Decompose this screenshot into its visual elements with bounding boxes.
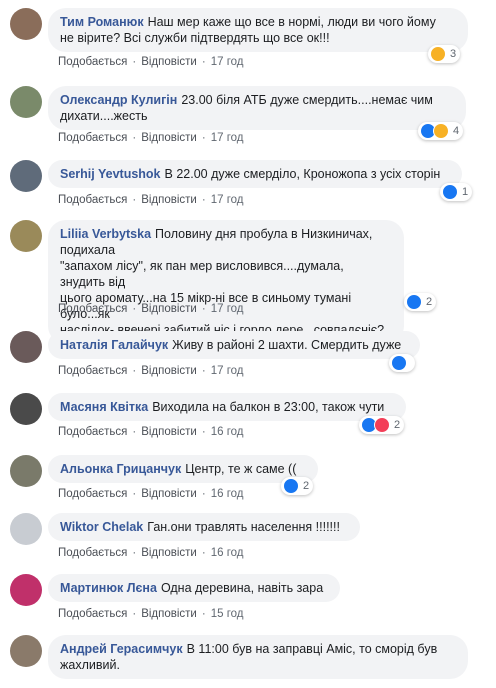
like-button[interactable]: Подобається [58,547,127,559]
avatar[interactable] [10,331,42,363]
reply-button[interactable]: Відповісти [141,547,197,559]
reaction-count: 2 [394,419,401,431]
comment-text: В 11:00 був на заправці Аміс, то сморід … [186,642,438,656]
comment-text: Наш мер каже що все в нормі, люди ви чог… [147,15,436,29]
sad-icon [433,123,449,139]
timestamp[interactable]: 16 год [211,547,244,559]
comment-text: не вірите? Всі служби підтвердять що все… [60,31,330,45]
comment-bubble: Андрей Герасимчук В 11:00 був на заправці… [48,635,468,679]
like-icon [406,294,422,310]
reaction-count: 4 [453,125,460,137]
reply-button[interactable]: Відповісти [141,426,197,438]
like-button[interactable]: Подобається [58,194,127,206]
comment-text: жахливий. [60,658,120,672]
timestamp[interactable]: 17 год [211,365,244,377]
reply-button[interactable]: Відповісти [141,488,197,500]
comment-actions: Подобається · Відповісти · 16 год [58,426,244,438]
reaction-summary[interactable]: 2 [359,416,405,434]
reaction-count: 2 [426,296,433,308]
reaction-summary[interactable]: 4 [418,122,464,140]
comment-actions: Подобається · Відповісти · 15 год [58,608,244,620]
avatar[interactable] [10,160,42,192]
comment-actions: Подобається · Відповісти · 16 год [58,488,244,500]
reply-button[interactable]: Відповісти [141,608,197,620]
comment-actions: Подобається · Відповісти · 17 год [58,56,244,68]
comment-text: В 22.00 дуже смерділо, Кроножопа з усіх … [164,167,441,181]
like-button[interactable]: Подобається [58,426,127,438]
author-name[interactable]: Олександр Кулигін [60,93,177,107]
heart-icon [374,417,390,433]
author-name[interactable]: Масяня Квітка [60,400,148,414]
reaction-count: 2 [303,480,310,492]
comment-actions: Подобається · Відповісти · 17 год [58,303,244,315]
comment-bubble: Олександр Кулигін 23.00 біля АТБ дуже сме… [48,86,466,130]
like-button[interactable]: Подобається [58,303,127,315]
comment-text: Одна деревина, навіть зара [160,581,324,595]
timestamp[interactable]: 17 год [211,56,244,68]
reply-button[interactable]: Відповісти [141,194,197,206]
like-button[interactable]: Подобається [58,488,127,500]
like-button[interactable]: Подобається [58,132,127,144]
avatar[interactable] [10,220,42,252]
timestamp[interactable]: 16 год [211,426,244,438]
reply-button[interactable]: Відповісти [141,56,197,68]
avatar[interactable] [10,393,42,425]
author-name[interactable]: Liliia Verbytska [60,227,151,241]
reaction-count: 3 [450,48,457,60]
author-name[interactable]: Наталія Галайчук [60,338,168,352]
comment-text: Виходила на балкон в 23:00, також чути [152,400,385,414]
comment-actions: Подобається · Відповісти · 17 год [58,132,244,144]
timestamp[interactable]: 17 год [211,132,244,144]
comment-text: дихати....жесть [60,109,148,123]
reply-button[interactable]: Відповісти [141,303,197,315]
author-name[interactable]: Андрей Герасимчук [60,642,183,656]
avatar[interactable] [10,574,42,606]
reaction-summary[interactable]: 3 [428,45,461,63]
comment-bubble: Мартинюк Лєна Одна деревина, навіть зара [48,574,340,602]
reaction-summary[interactable]: 2 [281,477,314,495]
reaction-summary[interactable] [389,354,415,372]
timestamp[interactable]: 16 год [211,488,244,500]
like-button[interactable]: Подобається [58,608,127,620]
reaction-summary[interactable]: 2 [404,293,437,311]
comment-text: Ган.они травлять населення !!!!!!! [147,520,340,534]
comment-bubble: Наталія Галайчук Живу в районі 2 шахти. С… [48,331,420,359]
comment-actions: Подобається · Відповісти · 16 год [58,547,244,559]
author-name[interactable]: Альонка Грицанчук [60,462,181,476]
comment-bubble: Альонка Грицанчук Центр, те ж саме (( [48,455,318,483]
avatar[interactable] [10,635,42,667]
like-icon [391,355,407,371]
reaction-summary[interactable]: 1 [440,183,473,201]
like-button[interactable]: Подобається [58,56,127,68]
like-icon [283,478,299,494]
author-name[interactable]: Wiktor Chelak [60,520,143,534]
comment-bubble: Масяня Квітка Виходила на балкон в 23:00,… [48,393,406,421]
avatar[interactable] [10,455,42,487]
comment-bubble: Тим Романюк Наш мер каже що все в нормі, … [48,8,468,52]
timestamp[interactable]: 15 год [211,608,244,620]
comment-actions: Подобається · Відповісти · 17 год [58,194,244,206]
comment-text: 23.00 біля АТБ дуже смердить....немає чи… [181,93,433,107]
comment-text: "запахом лісу", як пан мер висловився...… [60,259,348,289]
timestamp[interactable]: 17 год [211,194,244,206]
comment-bubble: Liliia Verbytska Половину дня пробула в Н… [48,220,404,344]
comment-bubble: Serhij Yevtushok В 22.00 дуже смерділо, К… [48,160,462,188]
reply-button[interactable]: Відповісти [141,365,197,377]
timestamp[interactable]: 17 год [211,303,244,315]
author-name[interactable]: Тим Романюк [60,15,144,29]
like-button[interactable]: Подобається [58,365,127,377]
author-name[interactable]: Мартинюк Лєна [60,581,157,595]
comment-text: Центр, те ж саме (( [185,462,297,476]
reaction-count: 1 [462,186,469,198]
like-icon [442,184,458,200]
haha-icon [430,46,446,62]
avatar[interactable] [10,86,42,118]
author-name[interactable]: Serhij Yevtushok [60,167,161,181]
comment-text: Живу в районі 2 шахти. Смердить дуже [172,338,402,352]
reply-button[interactable]: Відповісти [141,132,197,144]
avatar[interactable] [10,8,42,40]
comment-bubble: Wiktor Chelak Ган.они травлять населення … [48,513,360,541]
comment-actions: Подобається · Відповісти · 17 год [58,365,244,377]
avatar[interactable] [10,513,42,545]
